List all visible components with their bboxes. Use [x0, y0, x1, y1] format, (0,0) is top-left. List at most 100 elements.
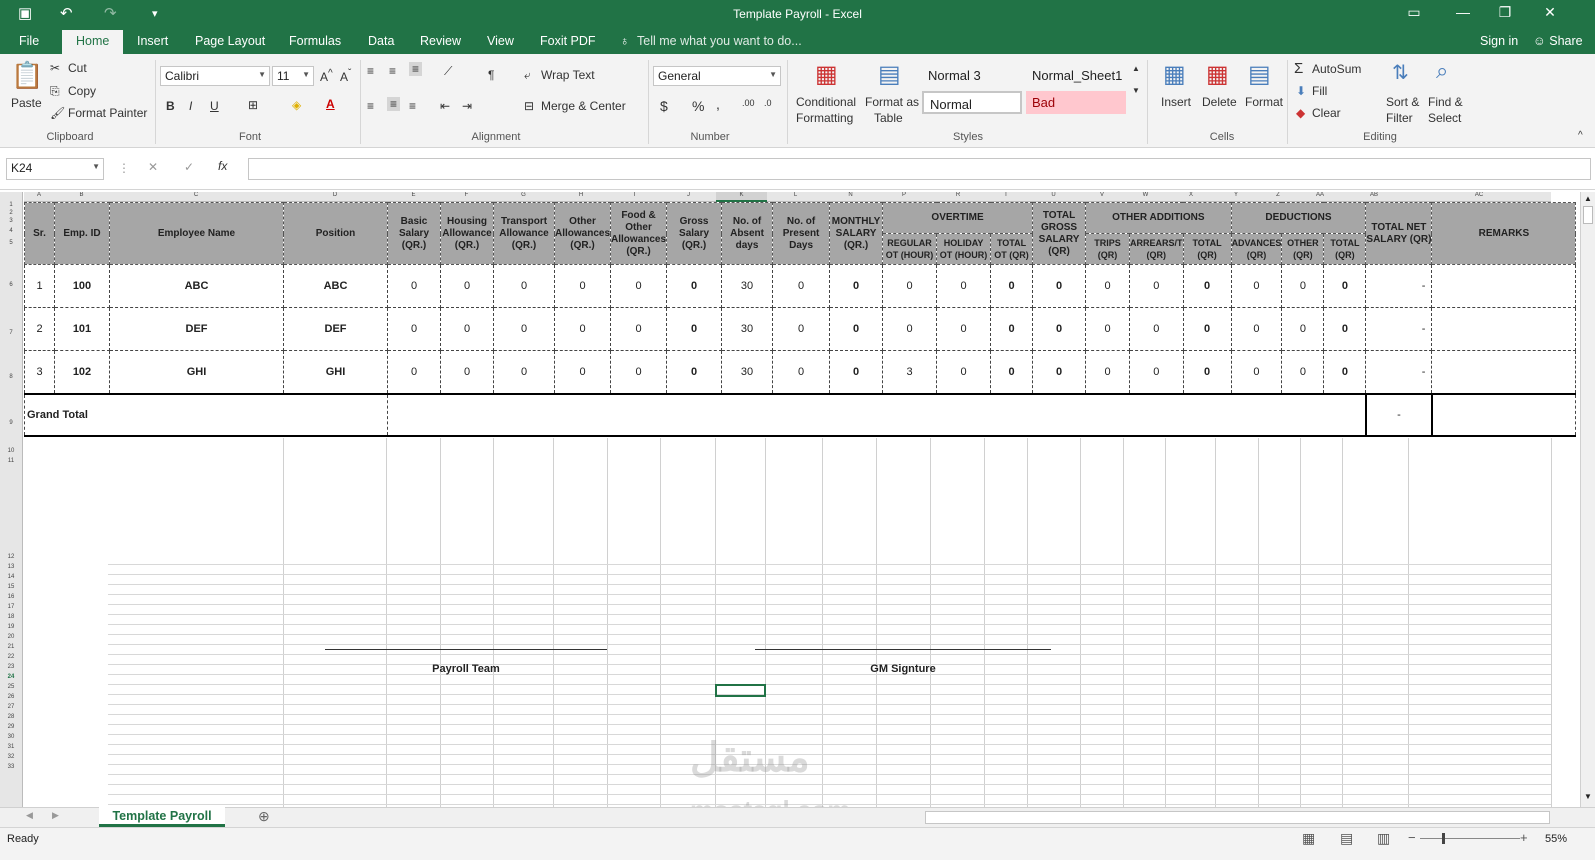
underline-button[interactable]: U	[210, 99, 219, 113]
cell-arrears[interactable]: 0	[1129, 264, 1184, 308]
cell-id[interactable]: 102	[54, 350, 110, 394]
cell-tot_ded[interactable]: 0	[1323, 307, 1367, 351]
cell-hol_ot[interactable]: 0	[936, 264, 992, 308]
percent-button[interactable]: %	[692, 98, 704, 114]
row-header[interactable]: 3	[0, 218, 22, 224]
style-normal-sheet1[interactable]: Normal_Sheet1	[1026, 64, 1130, 87]
row-header[interactable]: 22	[0, 654, 22, 660]
cell-other[interactable]: 0	[553, 264, 612, 308]
scroll-thumb[interactable]	[1583, 206, 1593, 224]
cell-trips[interactable]: 0	[1085, 307, 1131, 351]
cell-arrears[interactable]: 0	[1129, 350, 1184, 394]
column-header[interactable]: AC	[1407, 192, 1551, 202]
row-header[interactable]: 31	[0, 744, 22, 750]
zoom-slider[interactable]	[1420, 838, 1520, 839]
cell-adv[interactable]: 0	[1230, 350, 1283, 394]
style-normal3[interactable]: Normal 3	[922, 64, 1022, 87]
row-header[interactable]: 18	[0, 614, 22, 620]
horizontal-scrollbar[interactable]	[925, 811, 1550, 824]
enter-icon[interactable]: ✓	[184, 160, 194, 174]
cell-adv[interactable]: 0	[1230, 307, 1283, 351]
column-header[interactable]: Y	[1215, 192, 1257, 202]
row-header[interactable]: 2	[0, 210, 22, 216]
cancel-icon[interactable]: ✕	[148, 160, 158, 174]
cell-position[interactable]: DEF	[283, 307, 388, 351]
tell-me-input[interactable]: Tell me what you want to do...	[637, 34, 802, 48]
minimize-icon[interactable]: —	[1448, 4, 1478, 20]
row-header[interactable]: 21	[0, 644, 22, 650]
cell-monthly[interactable]: 0	[829, 350, 884, 394]
close-icon[interactable]: ✕	[1535, 4, 1565, 21]
next-sheet-icon[interactable]: ▶	[52, 810, 59, 821]
row-header[interactable]: 17	[0, 604, 22, 610]
cell-housing[interactable]: 0	[440, 307, 494, 351]
fill-button[interactable]: Fill	[1312, 84, 1327, 98]
cell-transport[interactable]: 0	[493, 264, 555, 308]
format-as-table-button[interactable]: Format as	[865, 95, 919, 109]
cell-present[interactable]: 0	[772, 264, 831, 308]
tab-home[interactable]: Home	[62, 30, 124, 54]
cell-sr[interactable]: 1	[24, 264, 55, 308]
wrap-text-button[interactable]: Wrap Text	[541, 68, 595, 82]
cell-basic[interactable]: 0	[387, 350, 441, 394]
styles-scroll-down-icon[interactable]: ▼	[1132, 86, 1140, 95]
cell-tot_ot[interactable]: 0	[990, 307, 1034, 351]
zoom-slider-thumb[interactable]	[1442, 833, 1445, 844]
grow-font-icon[interactable]: A^	[320, 68, 333, 84]
cell-transport[interactable]: 0	[493, 350, 555, 394]
row-header[interactable]: 1	[0, 202, 22, 208]
merge-center-button[interactable]: Merge & Center	[541, 99, 626, 113]
zoom-in-icon[interactable]: +	[1520, 830, 1528, 845]
row-header[interactable]: 27	[0, 704, 22, 710]
tab-page-layout[interactable]: Page Layout	[195, 34, 265, 48]
borders-icon[interactable]: ⊞	[248, 98, 258, 112]
cell-tot_ded[interactable]: 0	[1323, 264, 1367, 308]
cell-present[interactable]: 0	[772, 350, 831, 394]
column-header[interactable]: F	[440, 192, 493, 202]
cell-trips[interactable]: 0	[1085, 264, 1131, 308]
cell-gross[interactable]: 0	[666, 264, 723, 308]
column-header[interactable]: E	[387, 192, 440, 202]
column-header[interactable]: J	[661, 192, 716, 202]
share-button[interactable]: ☺ Share	[1533, 34, 1583, 48]
align-center-icon[interactable]: ≡	[387, 97, 401, 111]
scroll-down-icon[interactable]: ▼	[1584, 792, 1592, 801]
cell-adv[interactable]: 0	[1230, 264, 1283, 308]
cell-tot_add[interactable]: 0	[1182, 264, 1232, 308]
normal-view-icon[interactable]: ▦	[1302, 830, 1315, 847]
column-header[interactable]: W	[1124, 192, 1167, 202]
cell-tot_ded[interactable]: 0	[1323, 350, 1367, 394]
formula-input[interactable]	[248, 158, 1591, 180]
tab-data[interactable]: Data	[368, 34, 394, 48]
paste-button[interactable]: Paste	[11, 96, 42, 110]
grand-total-label[interactable]: Grand Total	[24, 392, 388, 437]
row-header[interactable]: 13	[0, 564, 22, 570]
column-header[interactable]: AB	[1341, 192, 1407, 202]
align-left-icon[interactable]: ≡	[367, 99, 374, 113]
cell-reg_ot[interactable]: 0	[882, 264, 938, 308]
cell-oth[interactable]: 0	[1281, 264, 1325, 308]
column-header[interactable]: P	[877, 192, 931, 202]
column-header[interactable]: AA	[1299, 192, 1341, 202]
cell-name[interactable]: DEF	[109, 307, 284, 351]
page-break-view-icon[interactable]: ▥	[1377, 830, 1390, 847]
orientation-icon[interactable]: ⟋	[444, 64, 452, 79]
cell-oth[interactable]: 0	[1281, 307, 1325, 351]
column-header[interactable]: X	[1167, 192, 1215, 202]
active-cell[interactable]	[715, 684, 766, 697]
cell-tot_gross[interactable]: 0	[1032, 350, 1087, 394]
row-header[interactable]: 33	[0, 764, 22, 770]
row-header[interactable]: 7	[0, 330, 22, 336]
bold-button[interactable]: B	[166, 99, 175, 113]
cell-name[interactable]: ABC	[109, 264, 284, 308]
autosum-button[interactable]: AutoSum	[1312, 62, 1361, 76]
cell-net[interactable]: -	[1365, 307, 1433, 351]
column-header[interactable]: C	[109, 192, 283, 202]
cell-tot_ot[interactable]: 0	[990, 350, 1034, 394]
tab-foxit[interactable]: Foxit PDF	[540, 34, 596, 48]
insert-function-icon[interactable]: fx	[218, 159, 227, 173]
row-header[interactable]: 9	[0, 420, 22, 426]
cell-housing[interactable]: 0	[440, 264, 494, 308]
cell-remarks[interactable]	[1431, 264, 1577, 308]
cell-present[interactable]: 0	[772, 307, 831, 351]
